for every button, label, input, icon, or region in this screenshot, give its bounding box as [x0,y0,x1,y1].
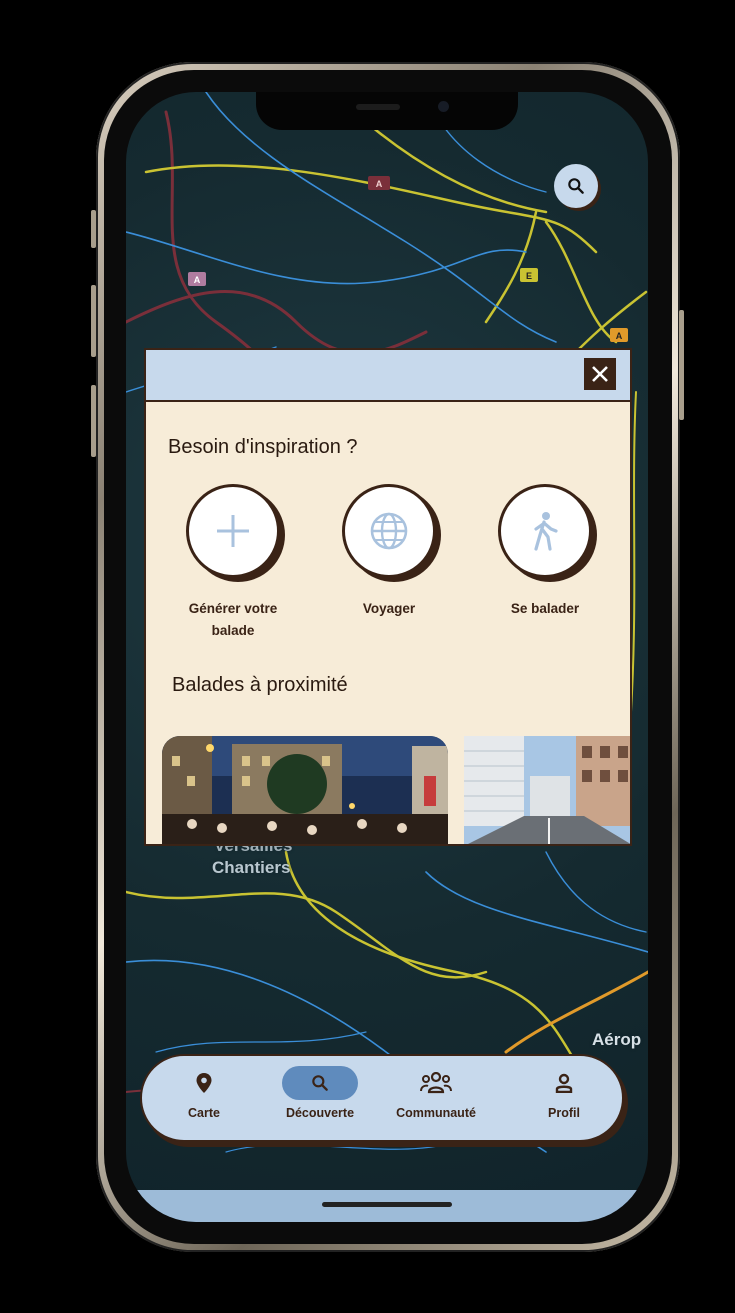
map-place-label: Chantiers [212,858,291,877]
nav-item-communaute[interactable]: Communauté [386,1066,486,1120]
road-badge: A [376,179,383,189]
search-icon [568,178,584,194]
silent-switch [91,210,96,248]
walking-icon [534,512,558,551]
close-icon [592,366,608,382]
nav-icon-wrap [526,1066,602,1100]
road-badge: A [616,331,623,341]
home-indicator[interactable] [322,1202,452,1207]
close-button[interactable] [584,358,616,390]
walk-button[interactable] [498,484,592,578]
community-icon [420,1072,452,1094]
popup-header [146,350,630,402]
generate-walk-label-line2: balade [211,623,255,638]
bottom-navigation: Carte Découverte Communauté Profil [140,1054,624,1142]
nearby-walks-heading: Balades à proximité [172,674,348,696]
power-button [679,310,684,420]
walk-label: Se balader [510,601,580,616]
generate-walk-label-line1: Générer votre [188,601,278,616]
profile-icon [555,1073,573,1093]
travel-label: Voyager [362,601,416,616]
nav-label: Carte [188,1106,220,1120]
nav-icon-wrap [282,1066,358,1100]
inspiration-popup: Besoin d'inspiration ? Générer votre bal… [144,348,632,846]
nearby-walk-card[interactable] [464,736,630,844]
globe-icon [370,512,408,550]
inspiration-heading: Besoin d'inspiration ? [168,436,358,458]
volume-down-button [91,385,96,457]
nearby-walk-card[interactable] [162,736,448,844]
generate-walk-option[interactable]: Générer votre balade [168,484,298,642]
travel-option[interactable]: Voyager [324,484,454,620]
search-icon [312,1075,328,1091]
volume-up-button [91,285,96,357]
nav-item-decouverte[interactable]: Découverte [270,1066,370,1120]
walk-photo-evening-street [162,736,448,844]
road-badge: E [526,271,532,281]
nav-icon-wrap [166,1066,242,1100]
nav-label: Communauté [396,1106,476,1120]
phone-notch [256,92,518,130]
nav-label: Profil [548,1106,580,1120]
nav-item-profil[interactable]: Profil [514,1066,614,1120]
map-place-label: Aérop [592,1030,642,1049]
travel-button[interactable] [342,484,436,578]
nav-icon-wrap [398,1066,474,1100]
nav-label: Découverte [285,1106,355,1120]
nav-item-carte[interactable]: Carte [154,1066,254,1120]
road-badge: A [194,275,201,285]
walk-photo-modern-street [464,736,630,844]
generate-walk-label: Générer votre balade [168,598,298,642]
earpiece-speaker [356,104,400,110]
map-search-button[interactable] [554,164,598,208]
plus-icon [217,515,249,547]
map-pin-icon [196,1073,212,1093]
generate-walk-button[interactable] [186,484,280,578]
front-camera [438,101,449,112]
phone-screen: A A E A Versailles Chantiers Aérop Besoi… [126,92,648,1222]
walk-option[interactable]: Se balader [480,484,610,620]
